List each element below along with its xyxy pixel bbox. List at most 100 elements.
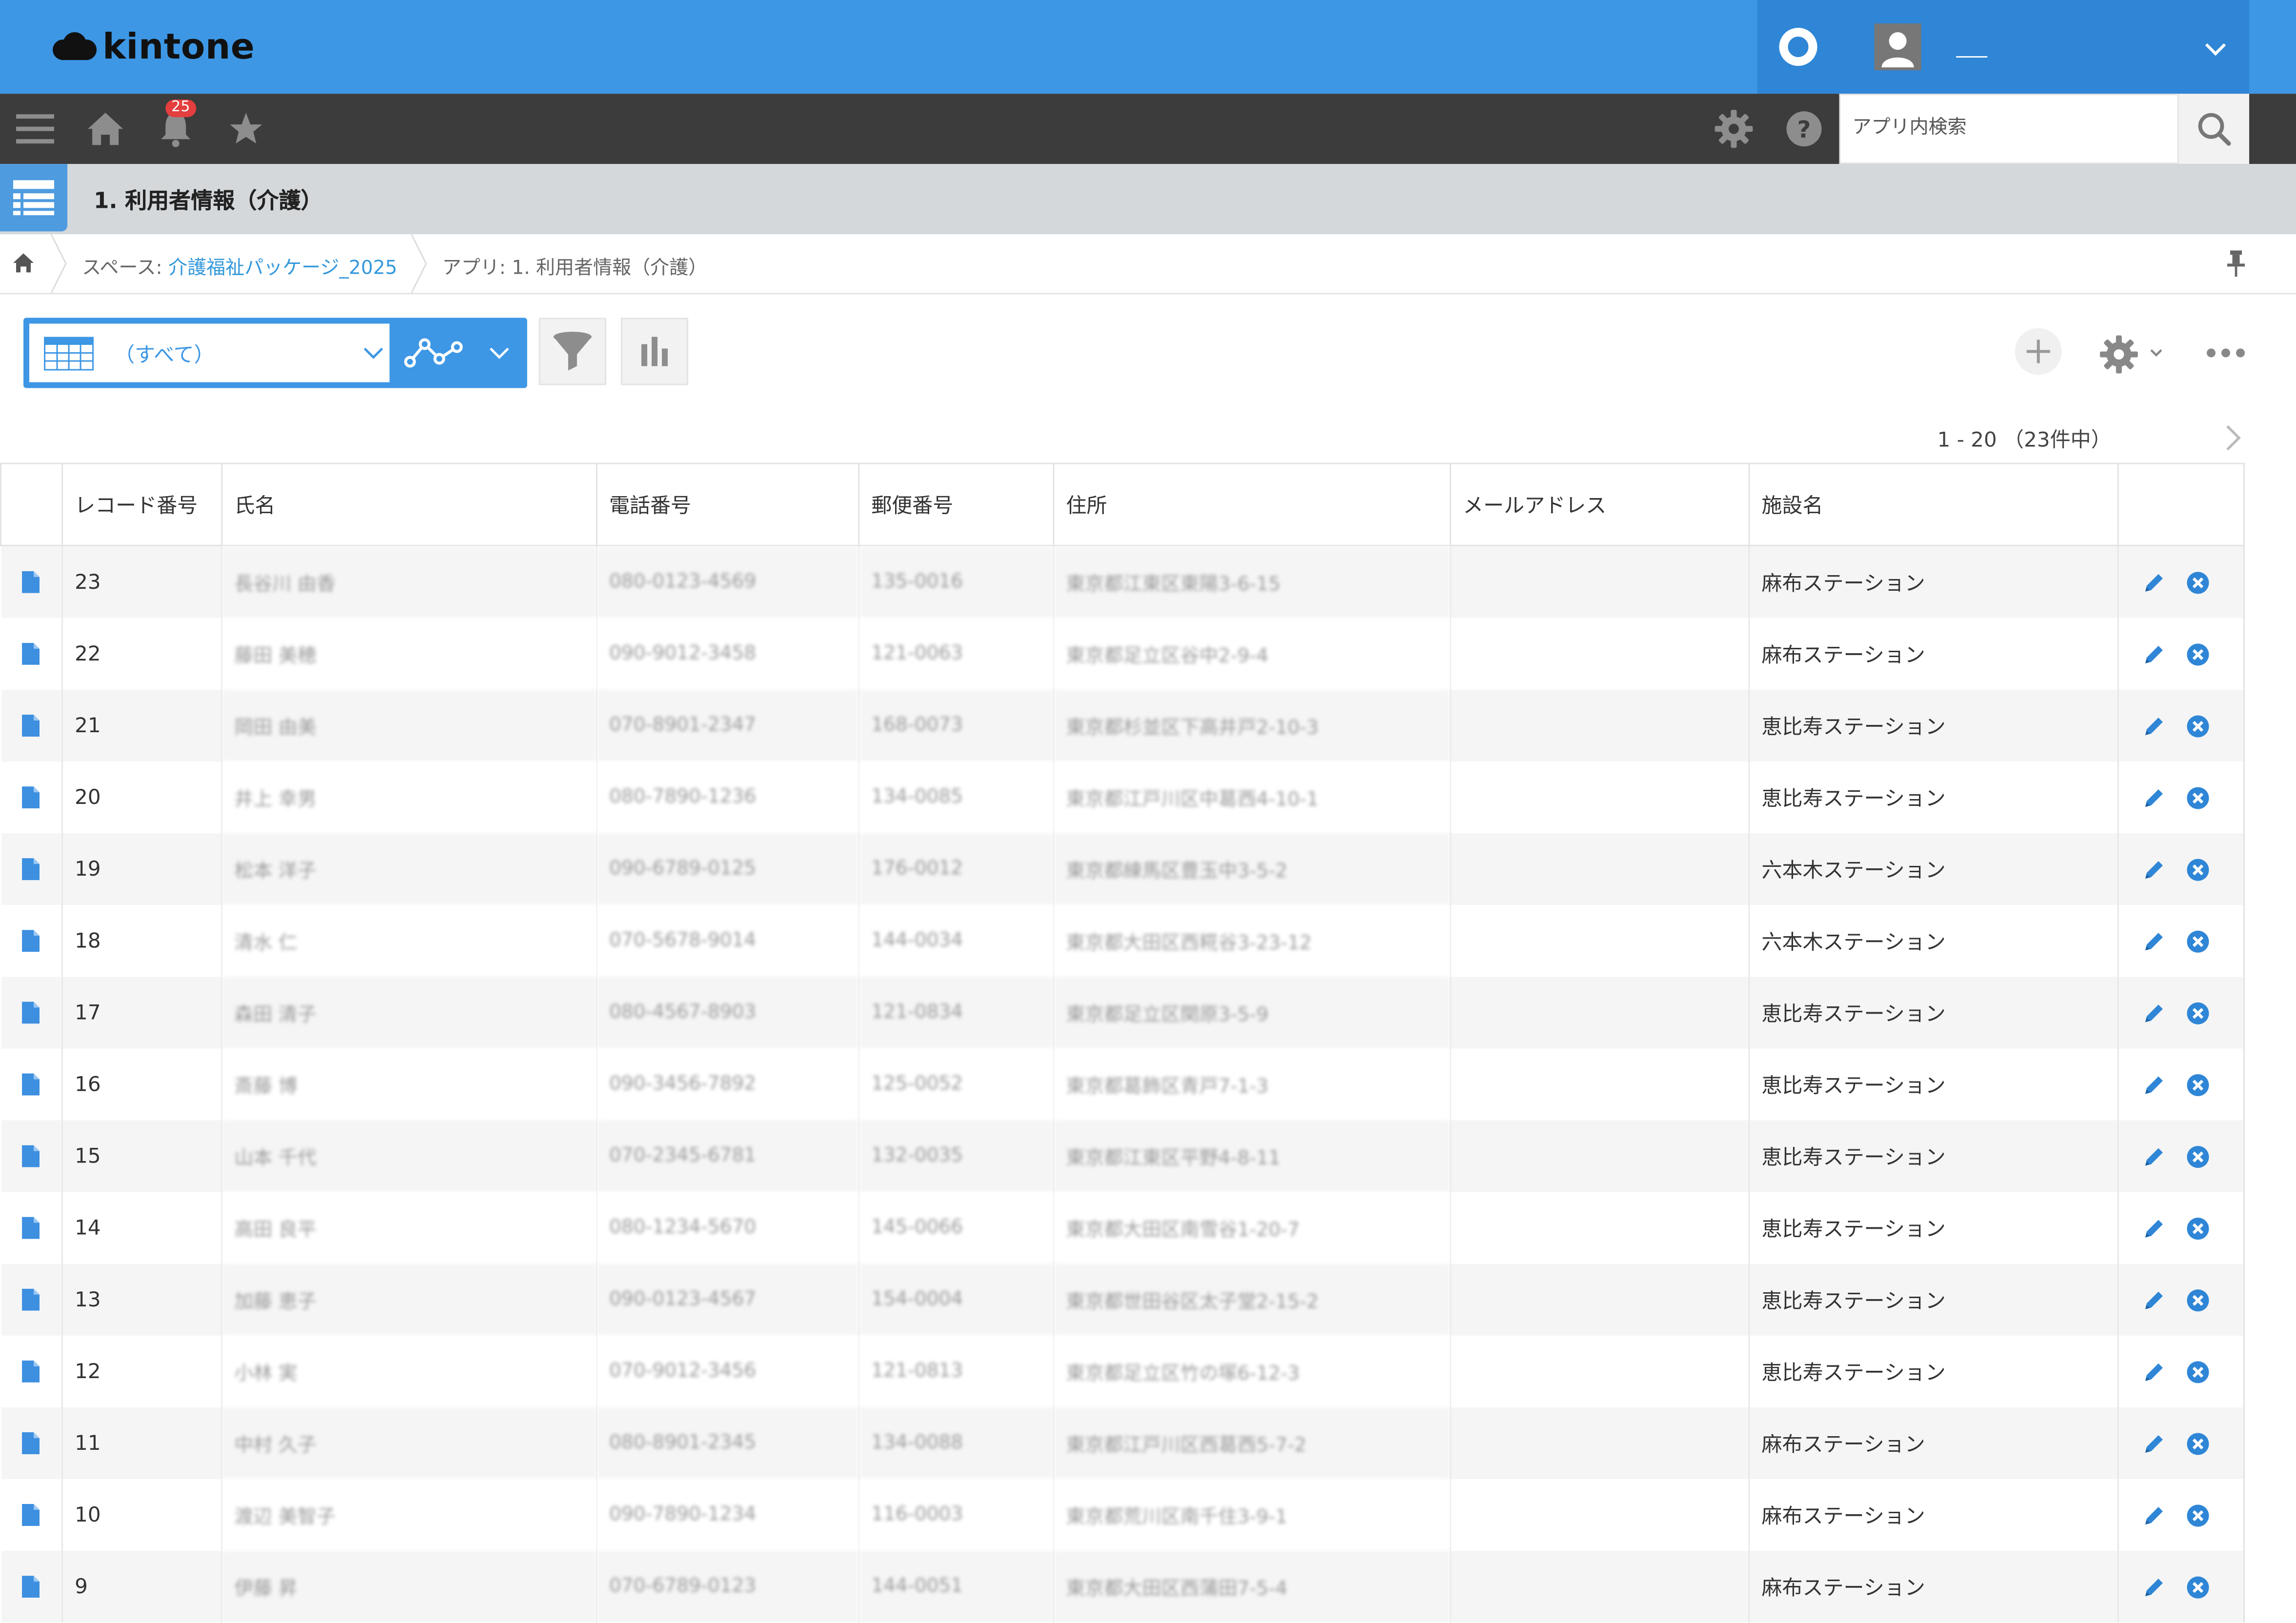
record-detail-cell[interactable] [0,1407,63,1480]
pencil-icon[interactable] [2142,1073,2166,1096]
record-detail-cell[interactable] [0,1479,63,1551]
delete-icon[interactable] [2186,1144,2210,1168]
view-dropdown[interactable]: （すべて） [29,323,390,382]
document-icon[interactable] [22,1073,40,1096]
record-detail-cell[interactable] [0,1263,63,1336]
record-detail-cell[interactable] [0,761,63,834]
table-row[interactable]: 20 井上 幸男 080-7890-1236 134-0085 東京都江戸川区中葛西4-… [0,761,2245,834]
pencil-icon[interactable] [2142,1216,2166,1240]
record-detail-cell[interactable] [0,1551,63,1623]
favorites-button[interactable] [222,94,269,164]
delete-icon[interactable] [2186,786,2210,809]
delete-icon[interactable] [2186,1073,2210,1096]
pin-button[interactable] [2226,250,2246,282]
graph-dropdown[interactable] [396,323,521,382]
app-settings-button[interactable] [2097,332,2167,374]
table-row[interactable]: 10 渡辺 美智子 090-7890-1234 116-0003 東京都荒川区南千住3-… [0,1479,2245,1551]
column-header[interactable]: 施設名 [1749,462,2119,546]
pencil-icon[interactable] [2142,1288,2166,1311]
table-row[interactable]: 21 岡田 由美 070-8901-2347 168-0073 東京都杉並区下高井戸2-… [0,689,2245,762]
pencil-icon[interactable] [2142,1144,2166,1168]
column-header[interactable]: 電話番号 [597,462,860,546]
delete-icon[interactable] [2186,929,2210,953]
table-row[interactable]: 9 伊藤 昇 070-6789-0123 144-0051 東京都大田区西蒲田7-5-4… [0,1551,2245,1623]
document-icon[interactable] [22,1360,40,1383]
delete-icon[interactable] [2186,1360,2210,1383]
app-search-input[interactable] [1840,95,2175,160]
add-record-button[interactable] [2015,328,2062,375]
table-row[interactable]: 14 高田 良平 080-1234-5670 145-0066 東京都大田区南雪谷1-2… [0,1192,2245,1264]
pencil-icon[interactable] [2142,929,2166,953]
help-button[interactable]: ? [1780,94,1827,164]
table-row[interactable]: 13 加藤 恵子 090-0123-4567 154-0004 東京都世田谷区太子堂2-… [0,1263,2245,1336]
kintone-logo[interactable]: kintone [50,26,255,67]
document-icon[interactable] [22,1217,40,1239]
column-header[interactable]: 住所 [1053,462,1451,546]
record-detail-cell[interactable] [0,689,63,762]
user-menu[interactable]: ___ [1839,0,2250,94]
record-detail-cell[interactable] [0,1120,63,1192]
record-detail-cell[interactable] [0,833,63,905]
document-icon[interactable] [22,1576,40,1598]
document-icon[interactable] [22,1002,40,1024]
pencil-icon[interactable] [2142,714,2166,737]
delete-icon[interactable] [2186,1575,2210,1599]
document-icon[interactable] [22,786,40,809]
app-icon[interactable] [0,164,68,232]
table-row[interactable]: 16 斎藤 博 090-3456-7892 125-0052 東京都葛飾区青戸7-1-3… [0,1048,2245,1121]
chart-button[interactable] [620,318,688,385]
record-detail-cell[interactable] [0,1335,63,1407]
menu-button[interactable] [12,94,59,164]
delete-icon[interactable] [2186,1216,2210,1240]
record-detail-cell[interactable] [0,545,63,618]
pencil-icon[interactable] [2142,1503,2166,1527]
delete-icon[interactable] [2186,714,2210,737]
table-row[interactable]: 18 清水 仁 070-5678-9014 144-0034 東京都大田区西糀谷3-23… [0,905,2245,977]
pencil-icon[interactable] [2142,1431,2166,1455]
table-row[interactable]: 11 中村 久子 080-8901-2345 134-0088 東京都江戸川区西葛西5-… [0,1407,2245,1480]
record-detail-cell[interactable] [0,1192,63,1264]
delete-icon[interactable] [2186,858,2210,881]
document-icon[interactable] [22,714,40,737]
settings-button[interactable] [1710,94,1757,164]
column-header[interactable]: 氏名 [221,462,598,546]
delete-icon[interactable] [2186,642,2210,665]
document-icon[interactable] [22,1288,40,1311]
delete-icon[interactable] [2186,1503,2210,1527]
more-options-button[interactable] [2205,342,2246,363]
delete-icon[interactable] [2186,1001,2210,1024]
record-detail-cell[interactable] [0,905,63,977]
record-detail-cell[interactable] [0,618,63,690]
column-header[interactable]: レコード番号 [62,462,223,546]
breadcrumb-space[interactable]: スペース: 介護福祉パッケージ_2025 [82,252,397,280]
document-icon[interactable] [22,571,40,593]
document-icon[interactable] [22,1432,40,1454]
pencil-icon[interactable] [2142,1575,2166,1599]
delete-icon[interactable] [2186,1431,2210,1455]
delete-icon[interactable] [2186,1288,2210,1311]
home-button[interactable] [82,94,129,164]
search-button[interactable] [2178,94,2250,164]
breadcrumb-app[interactable]: アプリ: 1. 利用者情報（介護） [442,252,708,280]
pencil-icon[interactable] [2142,1360,2166,1383]
pencil-icon[interactable] [2142,570,2166,594]
pencil-icon[interactable] [2142,1001,2166,1024]
column-header[interactable]: 郵便番号 [859,462,1055,546]
notification-ring-button[interactable] [1757,0,1839,94]
filter-button[interactable] [539,318,606,385]
document-icon[interactable] [22,1145,40,1167]
delete-icon[interactable] [2186,570,2210,594]
document-icon[interactable] [22,858,40,881]
pencil-icon[interactable] [2142,642,2166,665]
table-row[interactable]: 17 森田 清子 080-4567-8903 121-0834 東京都足立区関原3-5-… [0,977,2245,1049]
document-icon[interactable] [22,1504,40,1526]
table-row[interactable]: 19 松本 洋子 090-6789-0125 176-0012 東京都練馬区豊玉中3-5… [0,833,2245,905]
record-detail-cell[interactable] [0,1048,63,1121]
table-row[interactable]: 22 藤田 美穂 090-9012-3458 121-0063 東京都足立区谷中2-9-… [0,618,2245,690]
column-header[interactable]: メールアドレス [1450,462,1750,546]
table-row[interactable]: 15 山本 千代 070-2345-6781 132-0035 東京都江東区平野4-8-… [0,1120,2245,1192]
breadcrumb-space-link[interactable]: 介護福祉パッケージ_2025 [168,258,397,280]
next-page-button[interactable] [2223,423,2243,453]
document-icon[interactable] [22,930,40,952]
breadcrumb-home[interactable] [12,252,35,280]
